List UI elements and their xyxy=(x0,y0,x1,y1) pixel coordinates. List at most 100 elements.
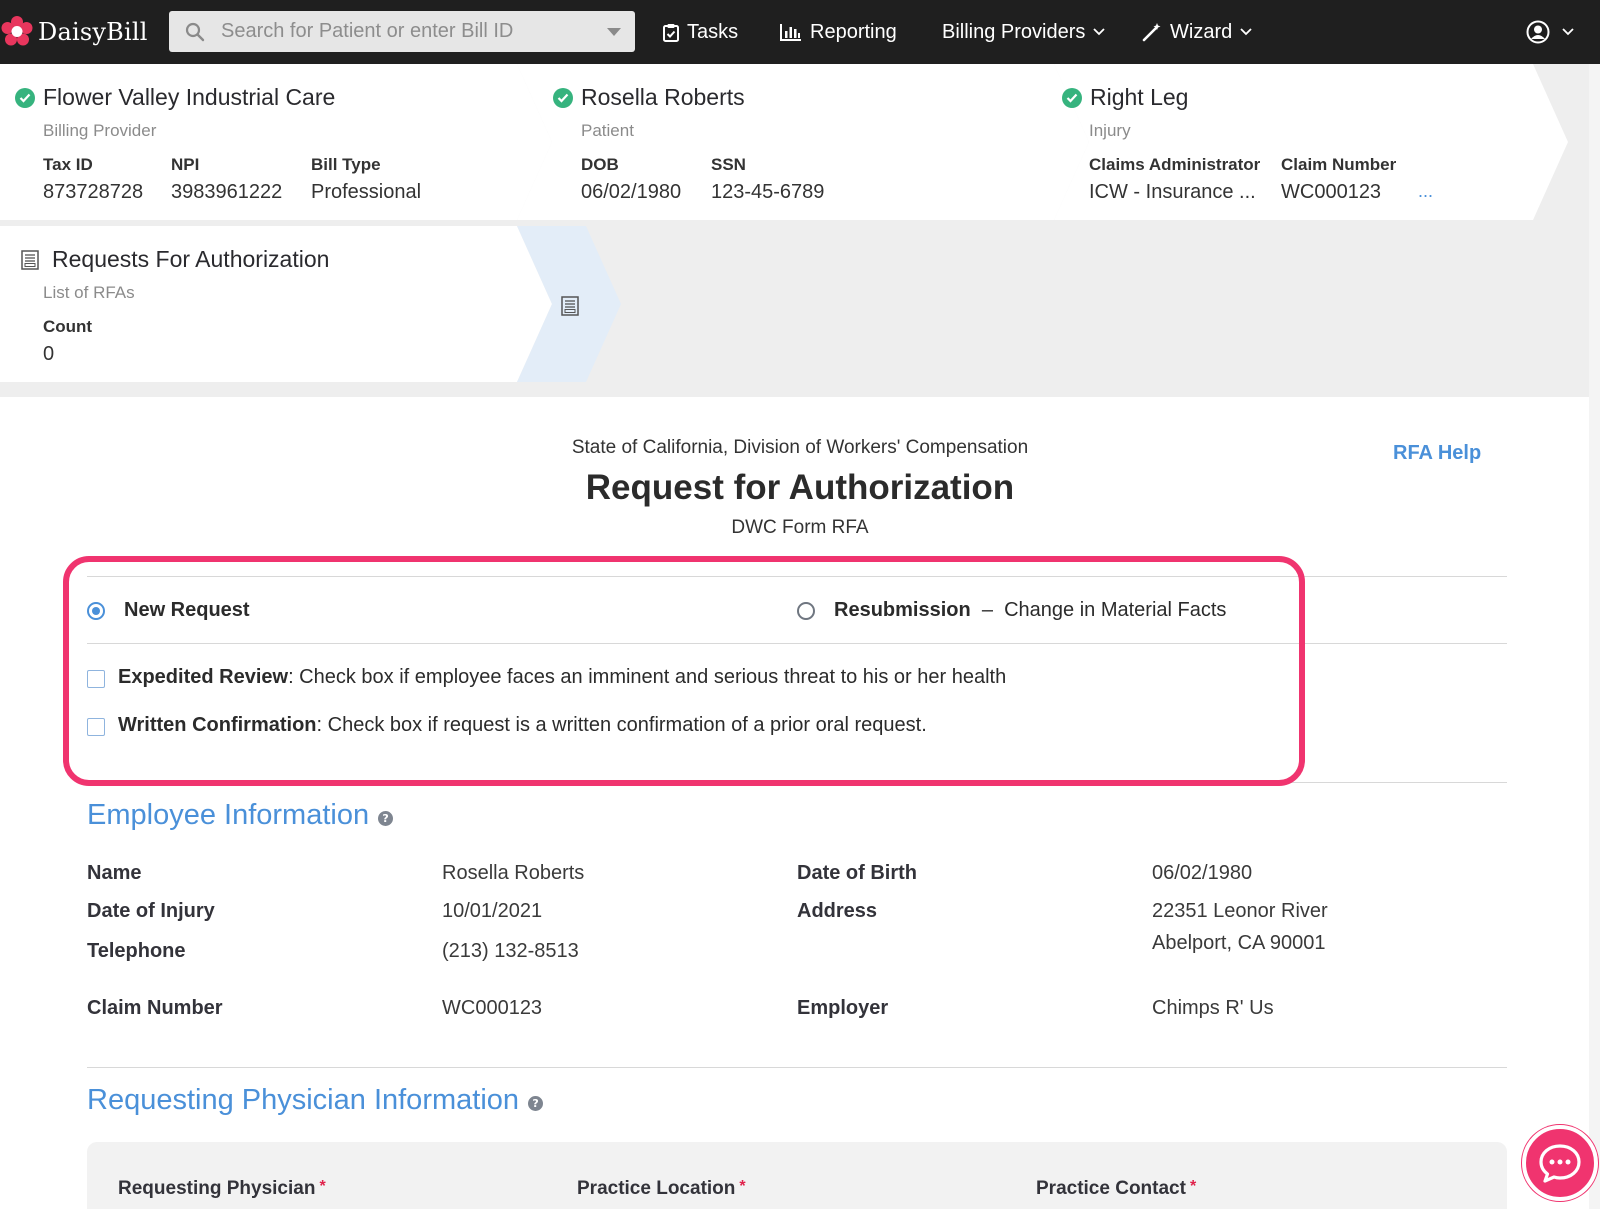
patient-type: Patient xyxy=(581,121,634,140)
injury-type: Injury xyxy=(1089,121,1131,140)
telephone-value: (213) 132-8513 xyxy=(442,940,579,962)
nav-billing-providers-label: Billing Providers xyxy=(942,20,1086,43)
divider xyxy=(87,1067,1507,1068)
chat-widget-button[interactable] xyxy=(1522,1125,1598,1201)
tax-id-value: 873728728 xyxy=(43,181,144,203)
employee-dob-value: 06/02/1980 xyxy=(1152,862,1253,884)
physician-info-heading: Requesting Physician Information ? xyxy=(87,1084,544,1117)
required-marker: * xyxy=(1189,1178,1197,1195)
provider-name: Flower Valley Industrial Care xyxy=(43,84,336,110)
requesting-physician-text: Requesting Physician xyxy=(118,1178,316,1199)
rfa-card-title: Requests For Authorization xyxy=(52,246,330,272)
user-account-icon xyxy=(1526,20,1550,44)
injury-title: Right Leg xyxy=(1062,84,1188,111)
nav-tasks[interactable]: Tasks xyxy=(663,16,738,48)
patient-name: Rosella Roberts xyxy=(581,84,745,110)
bill-type-value: Professional xyxy=(311,181,422,203)
requesting-physician-label: Requesting Physician * xyxy=(118,1178,326,1200)
claims-admin-value: ICW - Insurance ... xyxy=(1089,181,1256,203)
patient-title: Rosella Roberts xyxy=(553,84,745,111)
search-input[interactable] xyxy=(221,11,601,52)
nav-wizard[interactable]: Wizard xyxy=(1142,16,1260,48)
more-details-link[interactable]: ... xyxy=(1418,181,1433,202)
form-state-title: State of California, Division of Workers… xyxy=(571,437,1029,458)
rfa-title: Requests For Authorization xyxy=(21,246,329,273)
chat-bubble-icon xyxy=(1539,1144,1581,1183)
employee-dob-label: Date of Birth xyxy=(797,862,917,884)
claim-number-label: Claim Number xyxy=(1281,155,1397,174)
employee-claim-label: Claim Number xyxy=(87,997,223,1019)
dob-value: 06/02/1980 xyxy=(581,181,682,203)
claims-admin-label: Claims Administrator xyxy=(1089,155,1261,174)
nav-wizard-label: Wizard xyxy=(1170,20,1233,43)
magic-wand-icon xyxy=(1142,23,1161,42)
check-circle-icon xyxy=(15,87,35,108)
employer-label: Employer xyxy=(797,997,889,1019)
provider-card[interactable]: Flower Valley Industrial Care Billing Pr… xyxy=(0,64,500,220)
form-document-icon xyxy=(561,296,579,316)
ssn-value: 123-45-6789 xyxy=(711,181,825,203)
form-title: Request for Authorization xyxy=(585,468,1015,507)
patient-card[interactable]: Rosella Roberts Patient DOB 06/02/1980 S… xyxy=(552,64,1032,220)
provider-type: Billing Provider xyxy=(43,121,157,140)
rfa-card[interactable]: Requests For Authorization List of RFAs … xyxy=(0,226,500,382)
page-scrollbar[interactable] xyxy=(1589,64,1600,1209)
clipboard-check-icon xyxy=(663,23,679,42)
daisybill-logo[interactable]: DaisyBill xyxy=(0,14,148,50)
help-question-icon[interactable]: ? xyxy=(528,1096,544,1111)
employee-name-value: Rosella Roberts xyxy=(442,862,585,884)
employee-claim-value: WC000123 xyxy=(442,997,543,1019)
provider-title: Flower Valley Industrial Care xyxy=(15,84,335,111)
rfa-count-value: 0 xyxy=(43,343,55,365)
practice-location-label: Practice Location * xyxy=(577,1178,746,1200)
injury-card[interactable]: Right Leg Injury Claims Administrator IC… xyxy=(1062,64,1532,220)
nav-tasks-label: Tasks xyxy=(687,20,739,43)
injury-name: Right Leg xyxy=(1090,84,1189,110)
employee-name-label: Name xyxy=(87,862,142,884)
bar-chart-icon xyxy=(780,24,801,41)
user-menu[interactable] xyxy=(1526,16,1574,48)
app-name: DaisyBill xyxy=(38,18,148,46)
employee-info-title: Employee Information xyxy=(87,799,370,831)
chevron-down-icon xyxy=(1562,28,1574,36)
dob-label: DOB xyxy=(581,155,619,174)
nav-reporting-label: Reporting xyxy=(810,20,897,43)
rfa-help-link[interactable]: RFA Help xyxy=(1393,442,1481,465)
address-line2: Abelport, CA 90001 xyxy=(1152,932,1326,954)
date-of-injury-label: Date of Injury xyxy=(87,900,215,922)
claim-number-value: WC000123 xyxy=(1281,181,1382,203)
help-question-icon[interactable]: ? xyxy=(378,811,394,826)
date-of-injury-value: 10/01/2021 xyxy=(442,900,543,922)
address-label: Address xyxy=(797,900,878,922)
npi-value: 3983961222 xyxy=(171,181,283,203)
form-document-icon xyxy=(21,249,39,270)
npi-label: NPI xyxy=(171,155,200,174)
check-circle-icon xyxy=(553,87,573,108)
rfa-card-sub: List of RFAs xyxy=(43,283,135,302)
ssn-label: SSN xyxy=(711,155,746,174)
patient-search-box[interactable] xyxy=(169,11,635,52)
check-circle-icon xyxy=(1062,87,1082,108)
tax-id-label: Tax ID xyxy=(43,155,93,174)
form-subtitle: DWC Form RFA xyxy=(731,517,869,538)
telephone-label: Telephone xyxy=(87,940,186,962)
highlight-annotation xyxy=(63,556,1305,786)
practice-contact-text: Practice Contact xyxy=(1036,1178,1186,1199)
chevron-down-icon xyxy=(1093,28,1106,36)
new-rfa-step[interactable] xyxy=(561,296,579,321)
practice-location-text: Practice Location xyxy=(577,1178,736,1199)
required-marker: * xyxy=(319,1178,326,1195)
nav-reporting[interactable]: Reporting xyxy=(780,16,897,48)
search-dropdown-caret-icon[interactable] xyxy=(607,28,621,36)
required-marker: * xyxy=(739,1178,746,1195)
search-icon xyxy=(185,22,205,47)
top-navbar: DaisyBill Tasks Reporting Billing Provid… xyxy=(0,0,1600,64)
employee-info-heading: Employee Information ? xyxy=(87,799,394,832)
chevron-down-icon xyxy=(1240,28,1252,36)
nav-billing-providers[interactable]: Billing Providers xyxy=(942,16,1113,48)
rfa-count-label: Count xyxy=(43,317,93,336)
physician-info-title: Requesting Physician Information xyxy=(87,1084,520,1116)
practice-contact-label: Practice Contact * xyxy=(1036,1178,1196,1200)
employer-value: Chimps R' Us xyxy=(1152,997,1274,1019)
daisy-flower-icon xyxy=(0,15,34,49)
